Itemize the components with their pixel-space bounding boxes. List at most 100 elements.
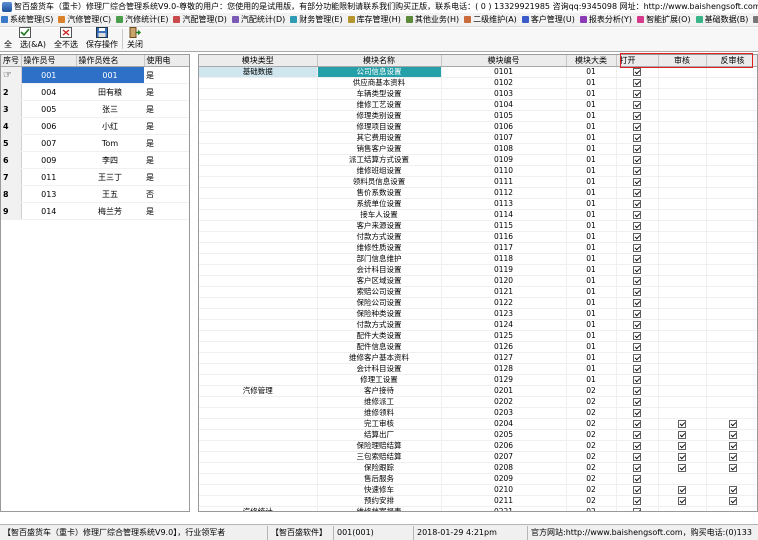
unaudit-checkbox[interactable]	[728, 420, 737, 428]
save-button[interactable]: 保存操作	[82, 27, 122, 51]
audit-checkbox[interactable]	[678, 464, 686, 472]
menu-item-4[interactable]: 汽配统计(D)	[231, 14, 289, 25]
open-checkbox[interactable]	[633, 299, 641, 307]
open-checkbox[interactable]	[633, 453, 641, 461]
open-checkbox[interactable]	[633, 486, 641, 494]
menu-item-7[interactable]: 其他业务(H)	[405, 14, 463, 25]
module-row[interactable]: 汽修管理 客户接待 0201 02	[199, 385, 757, 397]
module-row[interactable]: 会计科目设置 0128 01	[199, 363, 757, 375]
open-checkbox[interactable]	[633, 90, 641, 98]
menu-item-3[interactable]: 汽配管理(D)	[172, 14, 230, 25]
unaudit-checkbox[interactable]	[728, 497, 737, 505]
open-checkbox[interactable]	[633, 112, 641, 120]
operator-row[interactable]: ☞ 001 001 是	[1, 66, 189, 84]
open-checkbox[interactable]	[633, 145, 641, 153]
module-row[interactable]: 系统单位设置 0113 01	[199, 198, 757, 210]
operator-row[interactable]: 7 011 王三丁是	[1, 168, 189, 186]
menu-item-5[interactable]: 财务管理(E)	[289, 14, 346, 25]
module-row[interactable]: 保险种类设置 0123 01	[199, 308, 757, 320]
operator-row[interactable]: 5 007 Tom 是	[1, 134, 189, 152]
open-checkbox[interactable]	[633, 431, 641, 439]
module-row[interactable]: 会计科目设置 0119 01	[199, 264, 757, 276]
operator-column-header[interactable]: 使用电	[144, 55, 189, 67]
unaudit-checkbox[interactable]	[728, 453, 737, 461]
module-row[interactable]: 基础数据 公司信息设置 0101 01	[199, 66, 757, 78]
open-checkbox[interactable]	[633, 101, 641, 109]
open-checkbox[interactable]	[633, 167, 641, 175]
unaudit-checkbox[interactable]	[728, 486, 737, 494]
open-checkbox[interactable]	[633, 68, 641, 76]
audit-checkbox[interactable]	[678, 420, 686, 428]
open-checkbox[interactable]	[633, 222, 641, 230]
operator-row[interactable]: 4 006 小红是	[1, 117, 189, 135]
menu-item-10[interactable]: 报表分析(Y)	[579, 14, 636, 25]
menu-item-9[interactable]: 客户管理(U)	[521, 14, 579, 25]
menu-item-6[interactable]: 库存管理(H)	[347, 14, 405, 25]
module-row[interactable]: 销售客户设置 0108 01	[199, 143, 757, 155]
audit-checkbox[interactable]	[678, 497, 686, 505]
close-button[interactable]: 关闭	[123, 27, 147, 51]
open-checkbox[interactable]	[633, 211, 641, 219]
module-row[interactable]: 保险跟踪 0208 02	[199, 462, 757, 474]
open-checkbox[interactable]	[633, 189, 641, 197]
open-checkbox[interactable]	[633, 134, 641, 142]
module-row[interactable]: 领料员信息设置 0111 01	[199, 176, 757, 188]
module-column-header[interactable]: 模块名称	[317, 55, 442, 67]
operator-column-header[interactable]: 序号	[1, 55, 22, 67]
module-row[interactable]: 完工审核 0204 02	[199, 418, 757, 430]
audit-checkbox[interactable]	[678, 442, 686, 450]
module-column-header[interactable]: 打开	[616, 55, 659, 67]
open-checkbox[interactable]	[633, 420, 641, 428]
module-column-header[interactable]: 审核	[658, 55, 707, 67]
module-row[interactable]: 部门信息维护 0118 01	[199, 253, 757, 265]
module-row[interactable]: 修理类别设置 0105 01	[199, 110, 757, 122]
open-checkbox[interactable]	[633, 365, 641, 373]
module-row[interactable]: 配件大类设置 0125 01	[199, 330, 757, 342]
audit-checkbox[interactable]	[678, 431, 686, 439]
module-row[interactable]: 售后服务 0209 02	[199, 473, 757, 485]
module-row[interactable]: 快速修车 0210 02	[199, 484, 757, 496]
module-row[interactable]: 接车人设置 0114 01	[199, 209, 757, 221]
menu-item-12[interactable]: 基础数据(B)	[695, 14, 753, 25]
open-checkbox[interactable]	[633, 398, 641, 406]
open-checkbox[interactable]	[633, 321, 641, 329]
operator-row[interactable]: 8 013 王五否	[1, 185, 189, 203]
module-row[interactable]: 客户区域设置 0120 01	[199, 275, 757, 287]
module-row[interactable]: 维修领料 0203 02	[199, 407, 757, 419]
module-row[interactable]: 车辆类型设置 0103 01	[199, 88, 757, 100]
unaudit-checkbox[interactable]	[728, 464, 737, 472]
open-checkbox[interactable]	[633, 354, 641, 362]
menu-item-13[interactable]: 系统	[752, 14, 758, 25]
module-row[interactable]: 维修性质设置 0117 01	[199, 242, 757, 254]
open-checkbox[interactable]	[633, 475, 641, 483]
module-row[interactable]: 维修派工 0202 02	[199, 396, 757, 408]
open-checkbox[interactable]	[633, 123, 641, 131]
module-row[interactable]: 修理项目设置 0106 01	[199, 121, 757, 133]
open-checkbox[interactable]	[633, 497, 641, 505]
operator-column-header[interactable]: 操作员号	[21, 55, 77, 67]
module-row[interactable]: 三包索赔结算 0207 02	[199, 451, 757, 463]
open-checkbox[interactable]	[633, 343, 641, 351]
operator-row[interactable]: 2 004 田有粮是	[1, 83, 189, 101]
open-checkbox[interactable]	[633, 277, 641, 285]
module-row[interactable]: 售价系数设置 0112 01	[199, 187, 757, 199]
open-checkbox[interactable]	[633, 79, 641, 87]
unaudit-checkbox[interactable]	[728, 442, 737, 450]
module-row[interactable]: 供应商基本资料 0102 01	[199, 77, 757, 89]
module-row[interactable]: 派工结算方式设置 0109 01	[199, 154, 757, 166]
select-all-button[interactable]: 全 选(&A)	[0, 27, 50, 51]
module-row[interactable]: 配件信息设置 0126 01	[199, 341, 757, 353]
open-checkbox[interactable]	[633, 376, 641, 384]
menu-item-2[interactable]: 汽修统计(E)	[115, 14, 172, 25]
open-checkbox[interactable]	[633, 156, 641, 164]
operator-column-header[interactable]: 操作员姓名	[76, 55, 145, 67]
open-checkbox[interactable]	[633, 464, 641, 472]
open-checkbox[interactable]	[633, 178, 641, 186]
audit-checkbox[interactable]	[678, 453, 686, 461]
module-column-header[interactable]: 模块编号	[441, 55, 567, 67]
operator-row[interactable]: 6 009 李四是	[1, 151, 189, 169]
open-checkbox[interactable]	[633, 233, 641, 241]
module-row[interactable]: 付款方式设置 0124 01	[199, 319, 757, 331]
open-checkbox[interactable]	[633, 332, 641, 340]
module-row[interactable]: 预约安排 0211 02	[199, 495, 757, 507]
